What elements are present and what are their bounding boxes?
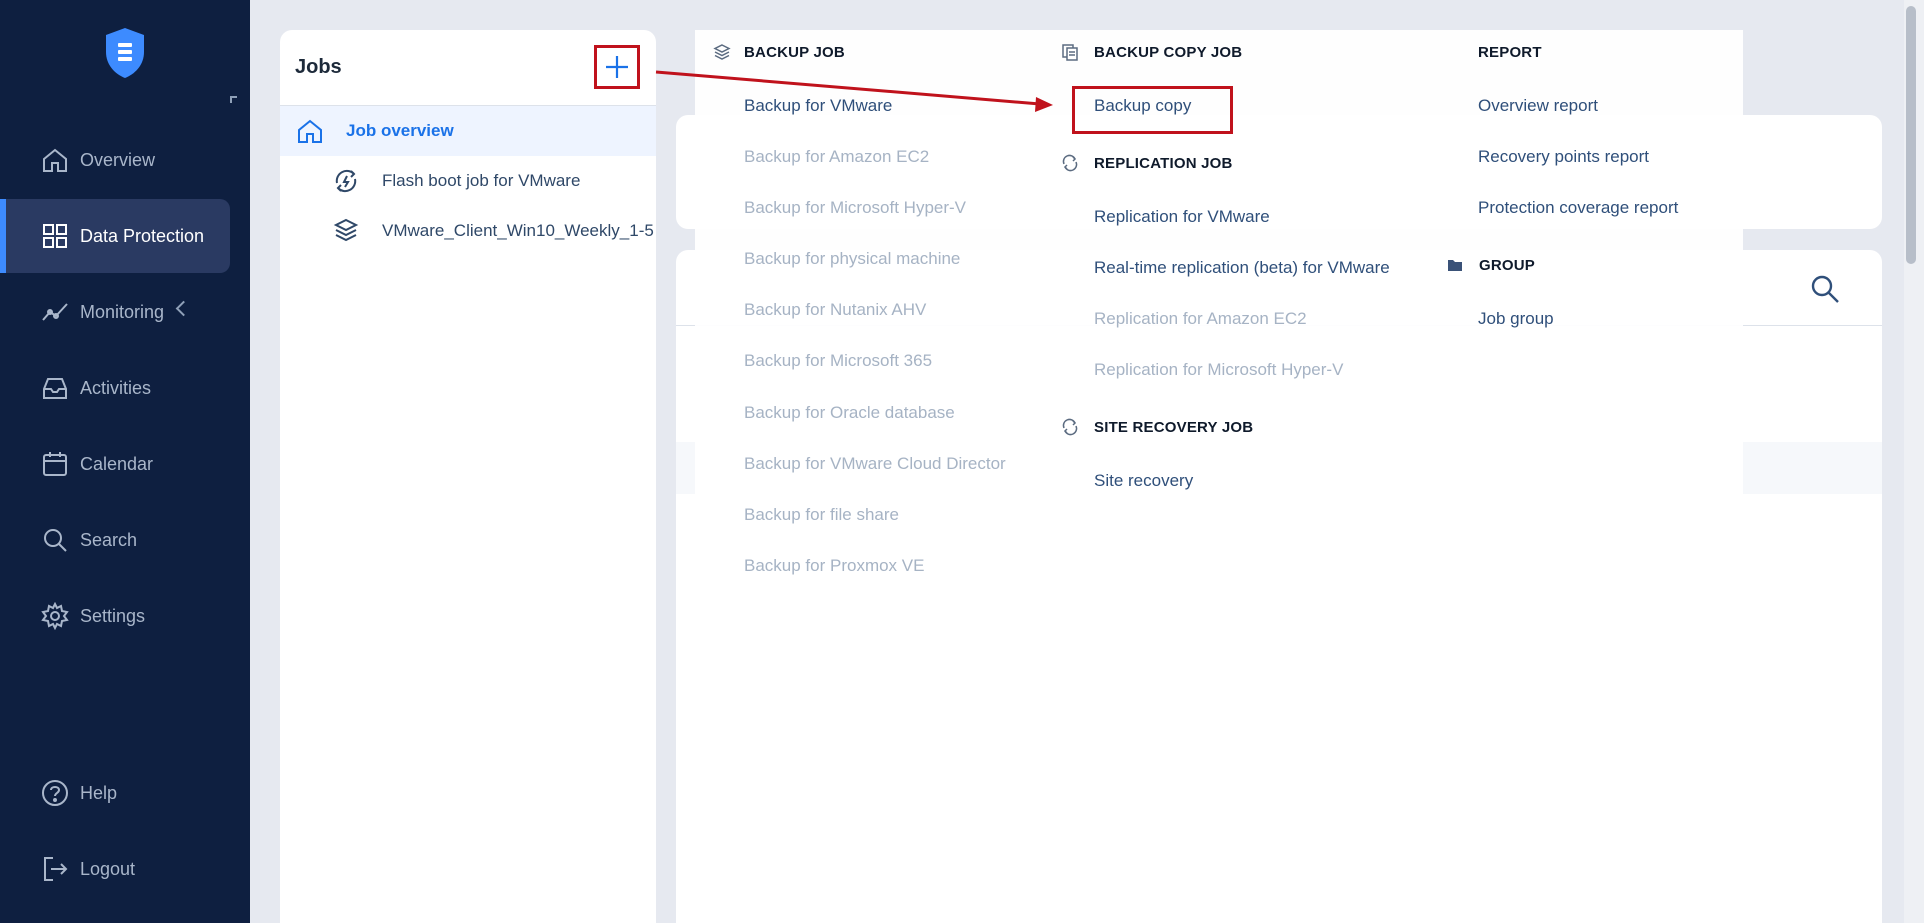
shield-logo-icon [106,28,144,78]
menu-item-replication-ec2: Replication for Amazon EC2 [1094,309,1307,328]
grid-icon [40,221,70,251]
home-icon [40,145,70,175]
sidebar-item-label: Help [80,782,118,803]
menu-item-backup-oracle: Backup for Oracle database [744,403,955,422]
replication-icon [1060,153,1080,173]
calendar-icon [40,449,70,479]
menu-item-backup-proxmox: Backup for Proxmox VE [744,556,925,575]
chevron-left-icon[interactable] [175,300,192,317]
backup-copy-icon [1060,42,1080,62]
sidebar-item-monitoring[interactable]: Monitoring [0,275,230,349]
jobs-title: Jobs [295,56,342,78]
site-recovery-icon [1060,417,1080,437]
site-recovery-job-header: SITE RECOVERY JOB [1060,417,1360,437]
chart-icon [40,297,70,327]
sidebar-item-overview[interactable]: Overview [0,123,230,197]
menu-item-backup-amazon-ec2: Backup for Amazon EC2 [744,147,930,166]
logout-icon [40,854,70,884]
backup-job-icon [712,42,732,62]
report-header: REPORT [1478,43,1542,61]
sidebar-item-label: Settings [80,605,146,626]
sidebar-item-settings[interactable]: Settings [0,579,230,653]
sidebar-item-label: Overview [80,149,156,170]
folder-icon [1445,255,1465,275]
sidebar-item-help[interactable]: Help [0,756,230,830]
annotation-highlight [1072,86,1233,134]
menu-item-job-group[interactable]: Job group [1478,309,1554,329]
jobs-panel: Jobs Job overview Flash boot job for VMw… [280,30,656,923]
sidebar-item-label: Logout [80,858,136,879]
flash-boot-icon [330,165,362,197]
replication-job-header: REPLICATION JOB [1060,153,1360,173]
inbox-icon [40,373,70,403]
menu-item-backup-vmware[interactable]: Backup for VMware [744,96,892,116]
sidebar-item-calendar[interactable]: Calendar [0,427,230,501]
sidebar-item-label: Monitoring [80,301,165,322]
sidebar-item-label: Search [80,529,138,550]
search-icon [40,525,70,555]
menu-item-realtime-replication[interactable]: Real-time replication (beta) for VMware [1094,258,1390,278]
help-icon [40,778,70,808]
job-row-label: VMware_Client_Win10_Weekly_1-5 [382,221,654,240]
scrollbar-thumb[interactable] [1906,6,1916,264]
plus-icon [606,56,628,78]
job-row-label: Flash boot job for VMware [382,171,581,190]
backup-copy-job-header: BACKUP COPY JOB [1060,42,1360,62]
job-row-label: Job overview [346,121,454,140]
menu-item-replication-hyper-v: Replication for Microsoft Hyper-V [1094,360,1344,379]
menu-item-overview-report[interactable]: Overview report [1478,96,1598,116]
search-icon[interactable] [1808,272,1842,306]
backup-job-header: BACKUP JOB [712,42,1012,62]
backup-job-icon [330,215,362,247]
menu-item-backup-hyper-v: Backup for Microsoft Hyper-V [744,198,967,217]
sidebar-item-data-protection[interactable]: Data Protection [0,199,230,273]
sidebar-item-label: Data Protection [80,225,205,246]
sidebar: Overview Data Protection Monitoring Acti… [0,0,250,923]
menu-item-recovery-points-report[interactable]: Recovery points report [1478,147,1649,167]
sidebar-item-activities[interactable]: Activities [0,351,230,425]
job-row-vmware-client[interactable]: VMware_Client_Win10_Weekly_1-5 [280,206,656,256]
job-row-flash-boot[interactable]: Flash boot job for VMware [280,156,656,206]
sidebar-item-label: Activities [80,377,152,398]
add-job-button[interactable] [594,45,640,89]
sidebar-item-logout[interactable]: Logout [0,832,230,906]
sidebar-collapse-handle[interactable] [230,96,237,103]
menu-item-backup-physical: Backup for physical machine [744,249,961,268]
home-icon [294,115,326,147]
sidebar-item-label: Calendar [80,453,154,474]
job-row-job-overview[interactable]: Job overview [280,106,656,156]
menu-item-backup-file-share: Backup for file share [744,505,899,524]
menu-item-replication-vmware[interactable]: Replication for VMware [1094,207,1270,227]
sidebar-item-search[interactable]: Search [0,503,230,577]
menu-item-protection-coverage-report[interactable]: Protection coverage report [1478,198,1678,218]
group-header: GROUP [1445,255,1695,275]
menu-item-site-recovery[interactable]: Site recovery [1094,471,1193,491]
menu-item-backup-m365: Backup for Microsoft 365 [744,351,933,370]
menu-item-backup-nutanix: Backup for Nutanix AHV [744,300,927,319]
menu-item-backup-vcd: Backup for VMware Cloud Director [744,454,1006,473]
gear-icon [40,601,70,631]
